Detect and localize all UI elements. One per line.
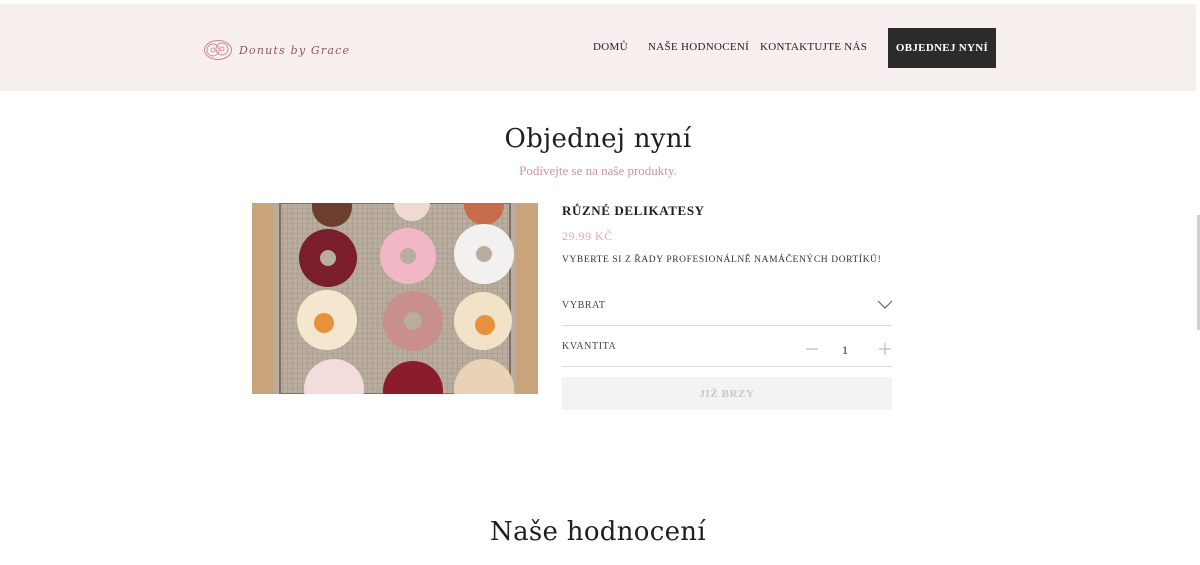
- quantity-value[interactable]: 1: [842, 343, 848, 358]
- nav-link-contact[interactable]: KONTAKTUJTE NÁS: [760, 41, 867, 53]
- quantity-label: KVANTITA: [562, 341, 617, 352]
- donut-logo-icon: [204, 40, 232, 60]
- minus-icon[interactable]: [804, 341, 820, 357]
- reviews-section-title: Naše hodnocení: [490, 517, 706, 547]
- nav-link-reviews[interactable]: NAŠE HODNOCENÍ: [648, 41, 749, 53]
- product-price: 29.99 KČ: [562, 229, 613, 243]
- order-section-title: Objednej nyní: [504, 124, 692, 154]
- quantity-stepper: KVANTITA 1: [562, 331, 892, 367]
- product-name: RŮZNÉ DELIKATESY: [562, 203, 705, 218]
- product-description: VYBERTE SI Z ŘADY PROFESIONÁLNĚ NAMÁČENÝ…: [562, 255, 882, 265]
- plus-icon[interactable]: [877, 341, 893, 357]
- order-now-button[interactable]: OBJEDNEJ NYNÍ: [888, 28, 996, 68]
- site-header: Donuts by Grace DOMŮ NAŠE HODNOCENÍ KONT…: [0, 4, 1196, 91]
- order-section-subtitle: Podívejte se na naše produkty.: [519, 163, 677, 178]
- brand-name: Donuts by Grace: [239, 43, 351, 57]
- chevron-down-icon: [877, 300, 893, 309]
- brand-logo[interactable]: Donuts by Grace: [203, 39, 350, 61]
- variant-select-label: VYBRAT: [562, 300, 606, 311]
- product-image[interactable]: [252, 203, 538, 394]
- variant-select[interactable]: VYBRAT: [562, 290, 893, 326]
- coming-soon-button[interactable]: JIŽ BRZY: [562, 377, 892, 410]
- nav-link-home[interactable]: DOMŮ: [593, 41, 628, 53]
